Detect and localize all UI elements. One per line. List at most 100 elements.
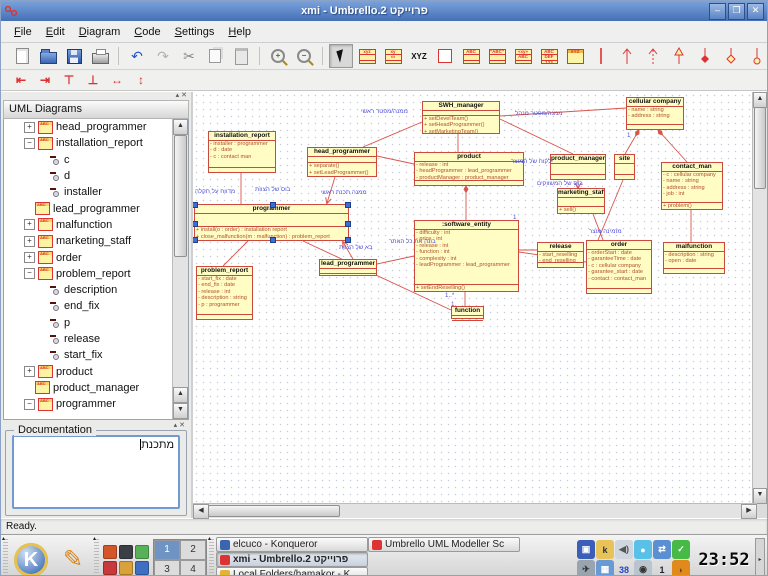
generalization-button[interactable] xyxy=(667,44,691,68)
badge-1-icon[interactable]: 1 xyxy=(653,560,671,575)
hscroll-thumb[interactable] xyxy=(208,505,340,517)
package-xyz-button[interactable]: XYZ xyxy=(563,44,587,68)
class-abc-button[interactable]: ABC xyxy=(459,44,483,68)
select-cursor-button[interactable] xyxy=(329,44,353,68)
aggregation-button[interactable] xyxy=(719,44,743,68)
distribute-horizontal-button[interactable]: ↔ xyxy=(107,72,127,88)
scroll-down-icon[interactable]: ▼ xyxy=(173,403,188,419)
association-line[interactable] xyxy=(222,240,249,267)
enum-list-button[interactable]: ABC DEF 123 xyxy=(537,44,561,68)
align-right-button[interactable]: ⇥ xyxy=(35,72,55,88)
tree-item-order[interactable]: + order xyxy=(4,249,173,265)
anchor-button[interactable] xyxy=(745,44,767,68)
menu-file[interactable]: File xyxy=(7,24,39,40)
uml-class-cellularcompany[interactable]: cellular company - name : string - address… xyxy=(626,97,684,130)
applet-handle[interactable] xyxy=(93,535,99,575)
uml-class-SWH_manager[interactable]: SWH_manager + setDevelTeam() + setHeadProg… xyxy=(422,101,500,134)
klipper-icon[interactable]: k xyxy=(596,540,614,559)
uml-class-software_entity[interactable]: :software_entity - difficulty : int - pric… xyxy=(414,220,519,292)
desktop-4[interactable]: 4 xyxy=(180,559,206,575)
globe-icon[interactable] xyxy=(135,560,149,575)
applet-handle[interactable] xyxy=(2,535,8,575)
menu-edit[interactable]: Edit xyxy=(39,24,72,40)
expand-icon[interactable]: + xyxy=(24,252,35,264)
tree-scroll-thumb[interactable] xyxy=(174,135,187,257)
applet-handle[interactable] xyxy=(208,535,214,575)
panel-hide-icon[interactable]: ▸ xyxy=(755,537,765,575)
menu-settings[interactable]: Settings xyxy=(168,24,222,40)
canvas-hscrollbar[interactable]: ◀ ▶ xyxy=(193,503,757,519)
calendar-icon[interactable]: ▦ xyxy=(596,560,614,575)
tree-item-programmer[interactable]: − programmer xyxy=(4,396,173,412)
selection-handle[interactable] xyxy=(345,220,351,227)
uml-class-programmer[interactable]: programmer + install(o : order) : install… xyxy=(193,202,351,243)
dock-close-icon[interactable]: ✕ xyxy=(179,422,185,429)
undo-button[interactable]: ↶ xyxy=(125,44,149,68)
home-icon[interactable] xyxy=(103,544,117,559)
text-xyz-button[interactable]: XYZ xyxy=(407,44,431,68)
tree-item-p[interactable]: p xyxy=(4,315,173,331)
network-icon[interactable]: ⇄ xyxy=(653,540,671,559)
zoom-out-button[interactable]: − xyxy=(292,44,316,68)
menu-code[interactable]: Code xyxy=(127,24,167,40)
redo-button[interactable]: ↷ xyxy=(151,44,175,68)
scroll-right-icon[interactable]: ▶ xyxy=(741,504,757,519)
uml-class-product[interactable]: product - release : int - headProgrammer :… xyxy=(414,152,524,186)
print-button[interactable] xyxy=(88,44,112,68)
uml-class-malfunction[interactable]: malfunction - description : string - open … xyxy=(663,242,725,274)
juk-icon[interactable]: ◗ xyxy=(672,560,690,575)
badge-38-icon[interactable]: 38 xyxy=(615,560,633,575)
tree-item-head_programmer[interactable]: + head_programmer xyxy=(4,119,173,135)
selection-handle[interactable] xyxy=(193,237,198,243)
documentation-input[interactable]: מתכנת xyxy=(12,435,180,509)
zoom-in-button[interactable]: + xyxy=(266,44,290,68)
expand-icon[interactable]: + xyxy=(24,235,35,247)
composition-button[interactable] xyxy=(693,44,717,68)
tree-item-release[interactable]: release xyxy=(4,331,173,347)
uml-class-order[interactable]: order - orderStart : date - garanteeTime :… xyxy=(586,240,652,294)
selection-handle[interactable] xyxy=(193,220,198,227)
task-umbrello[interactable]: xmi - Umbrello.2 פרוייקט xyxy=(216,552,368,567)
collapse-icon[interactable]: − xyxy=(24,398,35,410)
distribute-vertical-button[interactable]: ↕ xyxy=(131,72,151,88)
scroll-left-icon[interactable]: ◀ xyxy=(193,504,209,519)
dock-float-icon[interactable]: ▴ xyxy=(176,92,180,99)
scroll-up-icon[interactable]: ▲ xyxy=(173,119,188,135)
open-file-button[interactable] xyxy=(36,44,60,68)
uml-class-lead_programmer[interactable]: lead_programmer xyxy=(319,259,377,276)
menu-diagram[interactable]: Diagram xyxy=(72,24,128,40)
display-icon[interactable] xyxy=(119,544,133,559)
share-icon[interactable] xyxy=(135,544,149,559)
cut-button[interactable]: ✂ xyxy=(177,44,201,68)
keyboard-flag-icon[interactable]: ▣ xyxy=(577,540,595,559)
uml-class-installation_report[interactable]: installation_report - installer : program… xyxy=(208,131,276,173)
scroll-down-icon[interactable]: ▼ xyxy=(753,488,767,504)
kteatime-icon[interactable] xyxy=(119,560,133,575)
selection-handle[interactable] xyxy=(193,202,198,208)
uml-class-contact_man[interactable]: contact_man - c : cellular company - name … xyxy=(661,162,723,210)
dependency-button[interactable] xyxy=(641,44,665,68)
tree-item-end_fix[interactable]: end_fix xyxy=(4,298,173,314)
tree-item-installation_report[interactable]: − installation_report xyxy=(4,135,173,151)
association-line[interactable] xyxy=(499,118,574,155)
desktop-2[interactable]: 2 xyxy=(180,539,206,560)
association-line[interactable] xyxy=(657,129,688,163)
expand-icon[interactable]: + xyxy=(24,366,35,378)
update-check-icon[interactable]: ✓ xyxy=(672,540,690,559)
save-file-button[interactable] xyxy=(62,44,86,68)
uml-class-release[interactable]: release - start_reselling - end_reselling xyxy=(537,242,584,268)
scroll-up-icon[interactable]: ▲ xyxy=(173,387,188,403)
tree-item-product_manager[interactable]: product_manager xyxy=(4,380,173,396)
selection-handle[interactable] xyxy=(345,202,351,208)
uml-class-product_manager[interactable]: product_manager xyxy=(550,154,606,180)
tree-item-marketing_staff[interactable]: + marketing_staff xyxy=(4,233,173,249)
uml-class-head_programmer[interactable]: head_programmer + separate() + setLeadProg… xyxy=(307,147,377,177)
tree-item-problem_report[interactable]: − problem_report xyxy=(4,266,173,282)
kpilot-icon[interactable]: ✈ xyxy=(577,560,595,575)
uml-class-marketing_staff[interactable]: marketing_staff + sell() xyxy=(557,188,605,214)
selection-handle[interactable] xyxy=(345,237,351,243)
task-umbrello[interactable]: Umbrello UML Modeller Sc xyxy=(368,537,520,552)
kopete-icon[interactable]: ● xyxy=(634,540,652,559)
datatype-abc-button[interactable]: «xy» ABC xyxy=(511,44,535,68)
uml-class-site[interactable]: site xyxy=(614,154,635,180)
